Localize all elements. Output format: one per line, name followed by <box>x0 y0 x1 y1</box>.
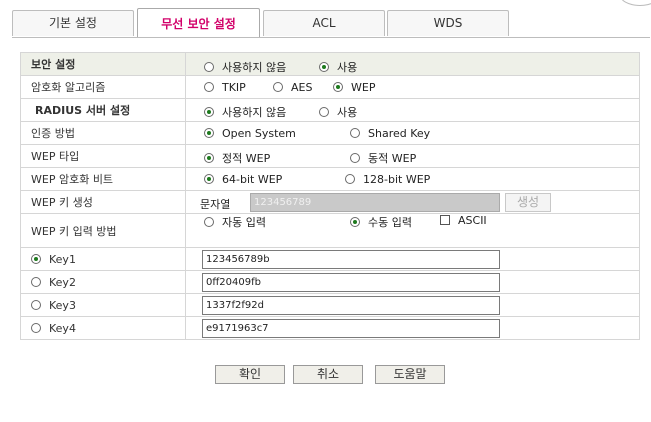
radio-selected-icon[interactable] <box>204 153 214 163</box>
key1-row: Key1 <box>20 247 640 271</box>
wep-gen-label: WEP 키 생성 <box>20 190 186 214</box>
passphrase-input[interactable] <box>250 193 500 212</box>
encryption-label: 암호화 알고리즘 <box>20 75 186 99</box>
wep-input-row: WEP 키 입력 방법 자동 입력 수동 입력 ASCII <box>20 213 640 248</box>
encryption-tkip-option[interactable]: TKIP <box>204 81 246 94</box>
key3-row: Key3 <box>20 293 640 317</box>
tab-bar: 기본 설정 무선 보안 설정 ACL WDS <box>0 0 651 40</box>
radio-selected-icon[interactable] <box>350 217 360 227</box>
wep-type-row: WEP 타입 정적 WEP 동적 WEP <box>20 144 640 168</box>
security-row: 보안 설정 사용하지 않음 사용 <box>20 52 640 76</box>
wep-dynamic-option[interactable]: 동적 WEP <box>350 150 416 166</box>
radio-selected-icon[interactable] <box>204 174 214 184</box>
radio-icon[interactable] <box>31 299 41 310</box>
encryption-wep-option[interactable]: WEP <box>333 81 375 94</box>
wep-64bit-option[interactable]: 64-bit WEP <box>204 173 282 186</box>
key1-label-cell[interactable]: Key1 <box>20 247 186 271</box>
radio-icon[interactable] <box>31 276 41 287</box>
encryption-aes-option[interactable]: AES <box>273 81 312 94</box>
ascii-option[interactable]: ASCII <box>440 214 487 227</box>
radio-icon[interactable] <box>204 82 214 92</box>
auth-row: 인증 방법 Open System Shared Key <box>20 121 640 145</box>
wep-input-manual-option[interactable]: 수동 입력 <box>350 214 412 230</box>
wep-input-label: WEP 키 입력 방법 <box>20 213 186 248</box>
wep-gen-row: WEP 키 생성 문자열 생성 <box>20 190 640 214</box>
wep-static-option[interactable]: 정적 WEP <box>204 150 270 166</box>
radio-icon[interactable] <box>345 174 355 184</box>
key4-input[interactable] <box>202 319 500 338</box>
key1-input[interactable] <box>202 250 500 269</box>
radio-selected-icon[interactable] <box>204 128 214 138</box>
radius-on-option[interactable]: 사용 <box>319 104 357 120</box>
radio-icon[interactable] <box>350 128 360 138</box>
generate-button[interactable]: 생성 <box>505 193 551 212</box>
radio-icon[interactable] <box>204 62 214 72</box>
key4-label-cell[interactable]: Key4 <box>20 316 186 340</box>
tab-underline <box>12 37 650 38</box>
radio-selected-icon[interactable] <box>31 253 41 264</box>
tab-acl[interactable]: ACL <box>263 10 385 36</box>
passphrase-label: 문자열 <box>200 198 231 211</box>
tab-wds[interactable]: WDS <box>387 10 509 36</box>
radio-icon[interactable] <box>31 322 41 333</box>
security-label: 보안 설정 <box>20 52 186 76</box>
ok-button[interactable]: 확인 <box>215 365 285 384</box>
radius-label: RADIUS 서버 설정 <box>20 98 186 122</box>
help-button[interactable]: 도움말 <box>375 365 445 384</box>
key3-input[interactable] <box>202 296 500 315</box>
radio-icon[interactable] <box>204 217 214 227</box>
security-on-option[interactable]: 사용 <box>319 59 357 75</box>
security-settings-table: 보안 설정 사용하지 않음 사용 암호화 알고리즘 TKIP AES WEP R… <box>20 52 640 340</box>
auth-label: 인증 방법 <box>20 121 186 145</box>
wep-bits-row: WEP 암호화 비트 64-bit WEP 128-bit WEP <box>20 167 640 191</box>
security-off-option[interactable]: 사용하지 않음 <box>204 59 286 75</box>
key2-row: Key2 <box>20 270 640 294</box>
auth-shared-option[interactable]: Shared Key <box>350 127 430 140</box>
key2-input[interactable] <box>202 273 500 292</box>
radio-icon[interactable] <box>273 82 283 92</box>
radio-selected-icon[interactable] <box>333 82 343 92</box>
radio-selected-icon[interactable] <box>204 107 214 117</box>
key4-row: Key4 <box>20 316 640 340</box>
radio-icon[interactable] <box>350 153 360 163</box>
key3-label-cell[interactable]: Key3 <box>20 293 186 317</box>
encryption-row: 암호화 알고리즘 TKIP AES WEP <box>20 75 640 99</box>
wep-type-label: WEP 타입 <box>20 144 186 168</box>
checkbox-icon[interactable] <box>440 215 450 225</box>
radio-icon[interactable] <box>319 107 329 117</box>
corner-decoration <box>619 0 651 6</box>
radius-row: RADIUS 서버 설정 사용하지 않음 사용 <box>20 98 640 122</box>
tab-basic-settings[interactable]: 기본 설정 <box>12 10 134 36</box>
key2-label-cell[interactable]: Key2 <box>20 270 186 294</box>
auth-open-option[interactable]: Open System <box>204 127 296 140</box>
radius-off-option[interactable]: 사용하지 않음 <box>204 104 286 120</box>
cancel-button[interactable]: 취소 <box>293 365 363 384</box>
wep-input-auto-option[interactable]: 자동 입력 <box>204 214 266 230</box>
wep-128bit-option[interactable]: 128-bit WEP <box>345 173 430 186</box>
radio-selected-icon[interactable] <box>319 62 329 72</box>
wep-bits-label: WEP 암호화 비트 <box>20 167 186 191</box>
tab-wireless-security[interactable]: 무선 보안 설정 <box>137 8 260 38</box>
